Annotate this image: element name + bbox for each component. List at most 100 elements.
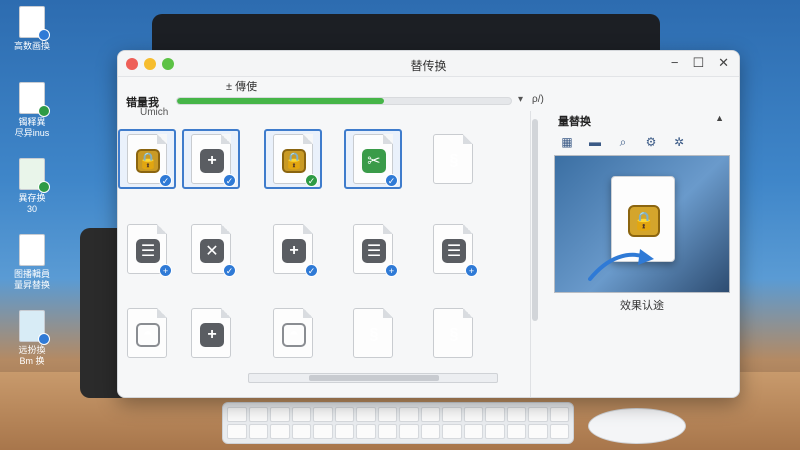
- document-icon: ☰ +: [353, 224, 398, 277]
- close-icon[interactable]: ✕: [718, 55, 729, 71]
- lock-icon: 🔒: [628, 205, 660, 237]
- document-icon: +: [191, 308, 231, 358]
- document-icon: §: [433, 308, 473, 358]
- add-badge-icon: +: [465, 264, 478, 277]
- gear-icon[interactable]: ⚙: [644, 135, 658, 149]
- check-badge-icon: ✓: [385, 174, 398, 187]
- toolbar-value: ρ/): [532, 94, 544, 105]
- minimize-icon[interactable]: −: [671, 55, 679, 71]
- document-icon: ◓: [127, 308, 167, 358]
- window-controls: − ☐ ✕: [671, 55, 729, 71]
- chevron-up-icon[interactable]: ▲: [715, 113, 724, 123]
- desktop-icon-1[interactable]: 高数画換: [4, 6, 60, 52]
- mushroom-icon: ◓: [136, 323, 160, 347]
- file-tile[interactable]: ◓: [118, 303, 176, 363]
- app-window: 替传换 − ☐ ✕ ± 傳使 错量我 Umich ▾ ρ/) 🔒 ✓ + ✓ 🔒 ✓ ✂ ✓ §…: [117, 50, 740, 398]
- preview-panel: 量替换 ▲ ▦ ▬ ⌕ ⚙ ✲ 🔒 效果认途: [554, 109, 730, 319]
- file-tile[interactable]: +: [182, 303, 240, 363]
- horizontal-scrollbar[interactable]: [248, 373, 498, 383]
- tools-icon: ✂: [362, 149, 386, 173]
- document-icon: ◓: [273, 308, 313, 358]
- scroll-thumb[interactable]: [309, 375, 439, 381]
- maximize-icon[interactable]: ☐: [692, 55, 704, 71]
- plus-icon: +: [200, 323, 224, 347]
- file-tile[interactable]: §: [424, 129, 482, 189]
- desktop-icon-label: 镯释異 尽异inus: [14, 117, 50, 138]
- desktop-icon-4[interactable]: 图播輯員 量昇替换: [4, 234, 60, 291]
- check-badge-icon: ✓: [223, 174, 236, 187]
- desktop-icon-label: 图播輯員 量昇替换: [13, 269, 50, 290]
- squiggle-icon: §: [449, 152, 459, 169]
- file-tile[interactable]: ✕ ✓: [182, 219, 240, 279]
- document-icon: 🔒 ✓: [127, 134, 172, 187]
- plus-icon: +: [282, 239, 306, 263]
- check-badge-icon: ✓: [305, 174, 318, 187]
- squiggle-icon: §: [449, 326, 459, 343]
- window-title: 替传换: [410, 59, 447, 73]
- lock-icon: 🔒: [282, 149, 306, 173]
- list-icon: ☰: [362, 239, 386, 263]
- desktop-icon-label: 異存换 30: [18, 193, 46, 214]
- folder-icon[interactable]: ▬: [588, 135, 602, 149]
- file-tile[interactable]: ☰ +: [344, 219, 402, 279]
- file-tile[interactable]: 🔒 ✓: [264, 129, 322, 189]
- plus-icon: +: [200, 149, 224, 173]
- document-icon: ☰ +: [433, 224, 478, 277]
- search-icon[interactable]: ⌕: [616, 135, 630, 149]
- folder-check-icon: [19, 310, 50, 345]
- toolbar-subtitle: ± 傳使: [226, 81, 258, 93]
- document-icon: ☰ +: [127, 224, 172, 277]
- document-check-icon: [19, 82, 50, 117]
- desktop-icon-3[interactable]: 異存换 30: [4, 158, 60, 215]
- progress-fill: [177, 98, 385, 104]
- list-icon: ☰: [136, 239, 160, 263]
- file-tile[interactable]: + ✓: [264, 219, 322, 279]
- toolbar-sublabel: Umich: [140, 107, 169, 118]
- image-file-icon: [19, 6, 50, 41]
- add-badge-icon: +: [385, 264, 398, 277]
- preview-caption: 效果认途: [620, 300, 664, 312]
- panel-toolbar: ▦ ▬ ⌕ ⚙ ✲: [560, 135, 686, 150]
- title-bar[interactable]: 替传换 − ☐ ✕: [118, 51, 739, 77]
- file-tile[interactable]: ☰ +: [424, 219, 482, 279]
- spreadsheet-icon: [19, 158, 50, 193]
- file-tile[interactable]: ☰ +: [118, 219, 176, 279]
- image-tool-icon[interactable]: ▦: [560, 135, 574, 149]
- desktop-icon-label: 高数画換: [13, 41, 50, 51]
- file-tile[interactable]: 🔒 ✓: [118, 129, 176, 189]
- add-badge-icon: +: [159, 264, 172, 277]
- pane-divider[interactable]: [530, 111, 531, 397]
- toolbar: ± 傳使 错量我 Umich ▾ ρ/): [118, 78, 544, 118]
- document-icon: §: [433, 134, 473, 184]
- file-tile[interactable]: ✂ ✓: [344, 129, 402, 189]
- document-icon: 🔒 ✓: [273, 134, 318, 187]
- file-tile[interactable]: §: [344, 303, 402, 363]
- lock-icon: 🔒: [136, 149, 160, 173]
- mushroom-icon: ◓: [282, 323, 306, 347]
- keyboard: [222, 402, 574, 444]
- chevron-down-icon[interactable]: ▾: [518, 94, 523, 105]
- check-badge-icon: ✓: [305, 264, 318, 277]
- file-tile[interactable]: §: [424, 303, 482, 363]
- mouse: [588, 408, 686, 444]
- desktop-icon-2[interactable]: 镯释異 尽异inus: [4, 82, 60, 139]
- file-tile[interactable]: + ✓: [182, 129, 240, 189]
- vertical-scrollbar[interactable]: [532, 119, 538, 321]
- close-icon: ✕: [200, 239, 224, 263]
- squiggle-icon: §: [369, 326, 379, 343]
- check-badge-icon: ✓: [223, 264, 236, 277]
- progress-bar: [176, 97, 512, 105]
- check-badge-icon: ✓: [159, 174, 172, 187]
- desktop-icon-5[interactable]: 远扮換 Bm 换: [4, 310, 60, 367]
- document-icon: + ✓: [273, 224, 318, 277]
- file-tile[interactable]: ◓: [264, 303, 322, 363]
- settings-icon[interactable]: ✲: [672, 135, 686, 149]
- desktop-icon-label: 远扮換 Bm 换: [18, 345, 46, 366]
- arrow-icon: [588, 249, 654, 281]
- list-icon: ☰: [442, 239, 466, 263]
- file-grid: 🔒 ✓ + ✓ 🔒 ✓ ✂ ✓ § ☰ + ✕ ✓ + ✓ ☰ + ☰ + ◓ + ◓ § §: [118, 125, 524, 373]
- panel-title: 量替换: [558, 116, 591, 128]
- document-icon: + ✓: [191, 134, 236, 187]
- document-icon: §: [353, 308, 393, 358]
- document-icon: [19, 234, 45, 266]
